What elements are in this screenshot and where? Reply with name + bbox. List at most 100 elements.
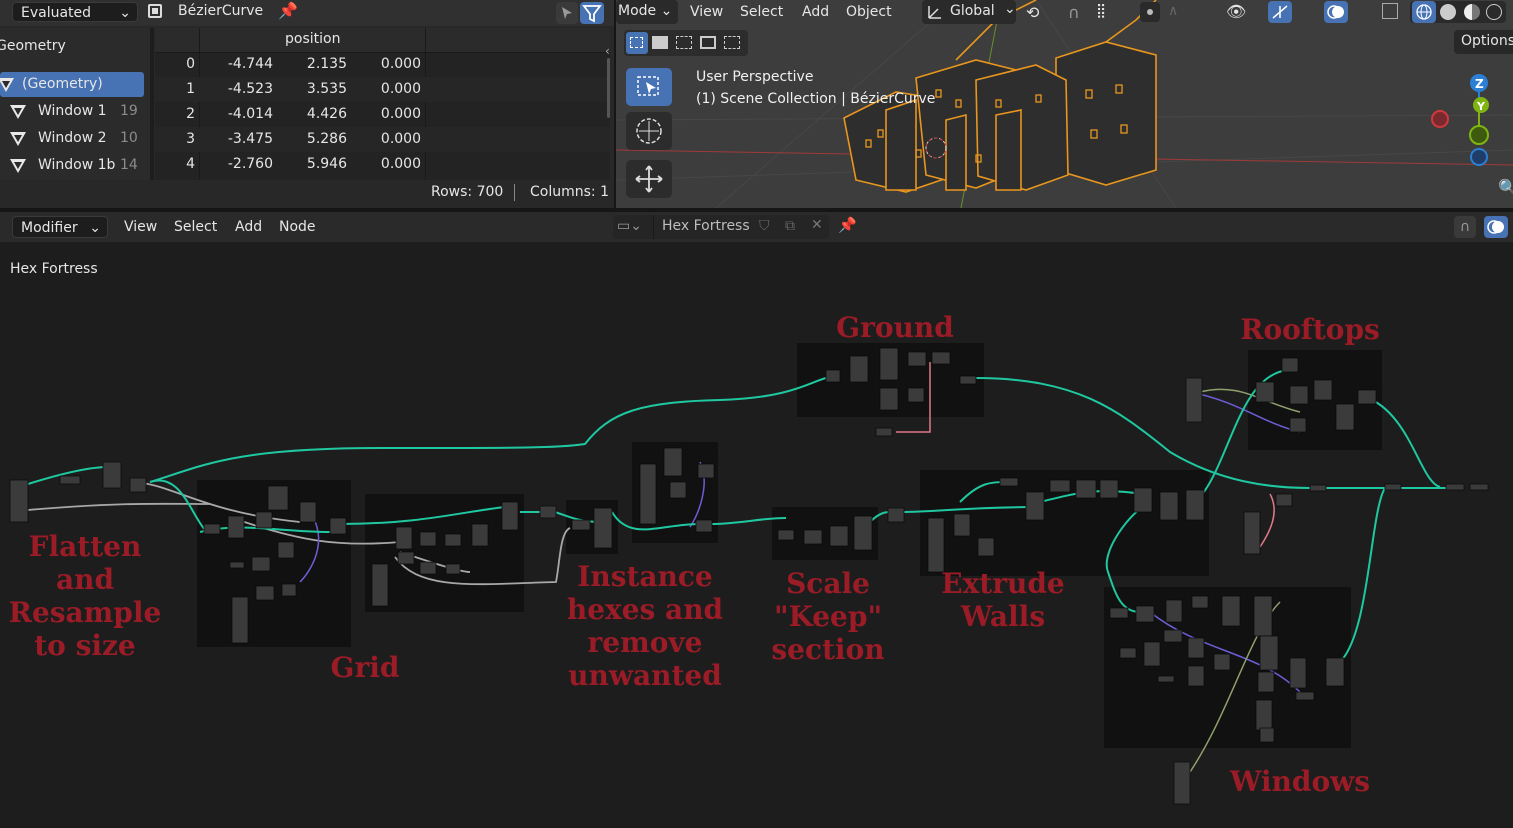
object-data-icon [148, 4, 162, 18]
cursor-icon [636, 118, 662, 144]
cursor-tool[interactable] [626, 112, 672, 150]
filter-toggle[interactable] [580, 2, 604, 24]
3d-viewport[interactable]: Mode ⌄ View Select Add Object Global ⌄ ⟲… [616, 0, 1513, 208]
menu-add[interactable]: Add [235, 216, 262, 238]
node-group-selector[interactable]: ▭⌄ Hex Fortress ⛉ ⧉ ✕ [613, 215, 829, 239]
domain-item-label: Window 1 [38, 103, 107, 119]
frame-label-grid: Grid [330, 651, 400, 684]
mode-dropdown[interactable]: Mode ⌄ [616, 0, 678, 24]
gizmo-neg-y[interactable] [1469, 125, 1489, 145]
wireframe-shading-icon[interactable] [1412, 1, 1436, 23]
table-row: 1 -4.523 3.535 0.000 [155, 77, 610, 102]
rendered-shading-icon[interactable] [1486, 4, 1502, 20]
proportional-edit-icon[interactable] [1140, 2, 1160, 22]
fake-user-icon[interactable]: ⛉ [759, 218, 770, 234]
editor-type-dropdown[interactable]: Modifier ⌄ [12, 216, 108, 238]
frame-grid-box [365, 494, 524, 612]
node-editor[interactable]: Modifier ⌄ View Select Add Node ▭⌄ Hex F… [0, 212, 1513, 828]
table-scrollbar[interactable] [607, 58, 610, 118]
filter-icon [582, 5, 602, 23]
menu-view[interactable]: View [124, 216, 157, 238]
select-invert-icon[interactable] [700, 36, 716, 49]
frame-label-windows: Windows [1229, 765, 1371, 798]
domain-item-geometry[interactable]: (Geometry) [0, 72, 144, 97]
snap-icon[interactable]: ∩ [1454, 216, 1476, 238]
cell-y: 2.135 [306, 56, 347, 72]
move-icon [635, 165, 663, 193]
overlays-toggle[interactable] [1484, 216, 1508, 238]
duplicate-icon[interactable]: ⧉ [785, 218, 795, 234]
column-header-position[interactable]: position [285, 31, 340, 47]
instance-icon [0, 78, 14, 92]
frame-label-rooftops: Rooftops [1240, 313, 1380, 346]
gizmo-neg-x[interactable] [1431, 110, 1449, 128]
row-index: 4 [186, 156, 195, 172]
options-button[interactable]: Options [1454, 30, 1513, 54]
snap-increment-icon[interactable]: ⣿ [1096, 3, 1106, 19]
select-subtract-icon[interactable] [676, 36, 692, 49]
overlays-icon [1487, 220, 1504, 234]
domain-item-window-2[interactable]: Window 2 10 [0, 126, 150, 151]
row-index: 1 [186, 81, 195, 97]
selected-only-toggle[interactable] [556, 2, 578, 24]
rows-count: Rows: 700 [431, 184, 504, 200]
gizmo-neg-z[interactable] [1470, 148, 1488, 166]
pin-icon[interactable]: 📌 [838, 216, 857, 234]
transform-orientation-dropdown[interactable]: Global ⌄ [922, 0, 1016, 24]
cell-x: -4.744 [227, 56, 273, 72]
row-index: 0 [186, 56, 195, 72]
pivot-icon[interactable]: ⟲ [1026, 3, 1039, 22]
select-intersect-icon[interactable] [724, 36, 740, 49]
select-box-tool[interactable] [626, 68, 672, 106]
selection-mode-toolbar [624, 30, 748, 56]
navigation-gizmo[interactable]: Z Y [1428, 70, 1513, 170]
cell-x: -4.014 [227, 106, 273, 122]
domain-item-window-1b[interactable]: Window 1b 14 [0, 153, 150, 178]
domain-item-count: 14 [120, 157, 138, 173]
xray-icon[interactable] [1382, 3, 1398, 19]
gizmo-y-label: Y [1476, 100, 1486, 113]
move-tool[interactable] [626, 160, 672, 198]
frame-label-flatten: Flatten and Resample to size [8, 530, 162, 662]
frame-label-ground: Ground [836, 311, 954, 344]
menu-view[interactable]: View [690, 1, 723, 23]
cell-x: -4.523 [227, 81, 273, 97]
menu-node[interactable]: Node [279, 216, 316, 238]
overlays-toggle[interactable] [1324, 1, 1348, 23]
select-extend-icon[interactable] [652, 36, 668, 49]
menu-object[interactable]: Object [846, 1, 892, 23]
footer-divider [514, 184, 515, 201]
spreadsheet-header: Evaluated ⌄ BézierCurve 📌 [0, 0, 614, 26]
menu-select[interactable]: Select [174, 216, 217, 238]
chevron-left-icon[interactable]: ‹ [605, 44, 610, 58]
close-icon[interactable]: ✕ [811, 217, 823, 233]
domain-item-label: Window 2 [38, 130, 107, 146]
domain-item-window-1[interactable]: Window 1 19 [0, 99, 150, 124]
columns-count: Columns: 1 [530, 184, 609, 200]
visibility-eye-icon[interactable]: 👁 [1226, 2, 1246, 21]
evaluation-mode-dropdown[interactable]: Evaluated ⌄ [12, 2, 138, 22]
axis-orientation-icon [928, 6, 941, 19]
panel-divider[interactable] [150, 28, 154, 180]
cell-z: 0.000 [380, 156, 421, 172]
solid-shading-icon[interactable] [1440, 4, 1456, 20]
frame-label-extrude: Extrude Walls [941, 567, 1065, 633]
object-name: BézierCurve [178, 3, 264, 19]
falloff-icon[interactable]: ∧ [1168, 3, 1178, 19]
snap-icon[interactable]: ∩ [1068, 3, 1080, 22]
menu-select[interactable]: Select [740, 1, 783, 23]
zoom-icon[interactable]: 🔍 [1498, 178, 1513, 197]
node-canvas[interactable] [0, 212, 1513, 828]
select-new-icon[interactable] [626, 32, 648, 54]
pin-icon[interactable]: 📌 [278, 1, 298, 20]
mesh-icon [10, 132, 26, 146]
domain-item-label: (Geometry) [22, 76, 103, 92]
table-row: 2 -4.014 4.426 0.000 [155, 102, 610, 127]
menu-add[interactable]: Add [802, 1, 829, 23]
material-shading-icon[interactable] [1464, 4, 1480, 20]
chevron-down-icon: ⌄ [119, 5, 131, 21]
breadcrumb: Hex Fortress [10, 261, 98, 277]
overlays-icon [1327, 5, 1344, 19]
gizmo-toggle[interactable] [1268, 1, 1292, 23]
shading-modes [1410, 1, 1506, 23]
